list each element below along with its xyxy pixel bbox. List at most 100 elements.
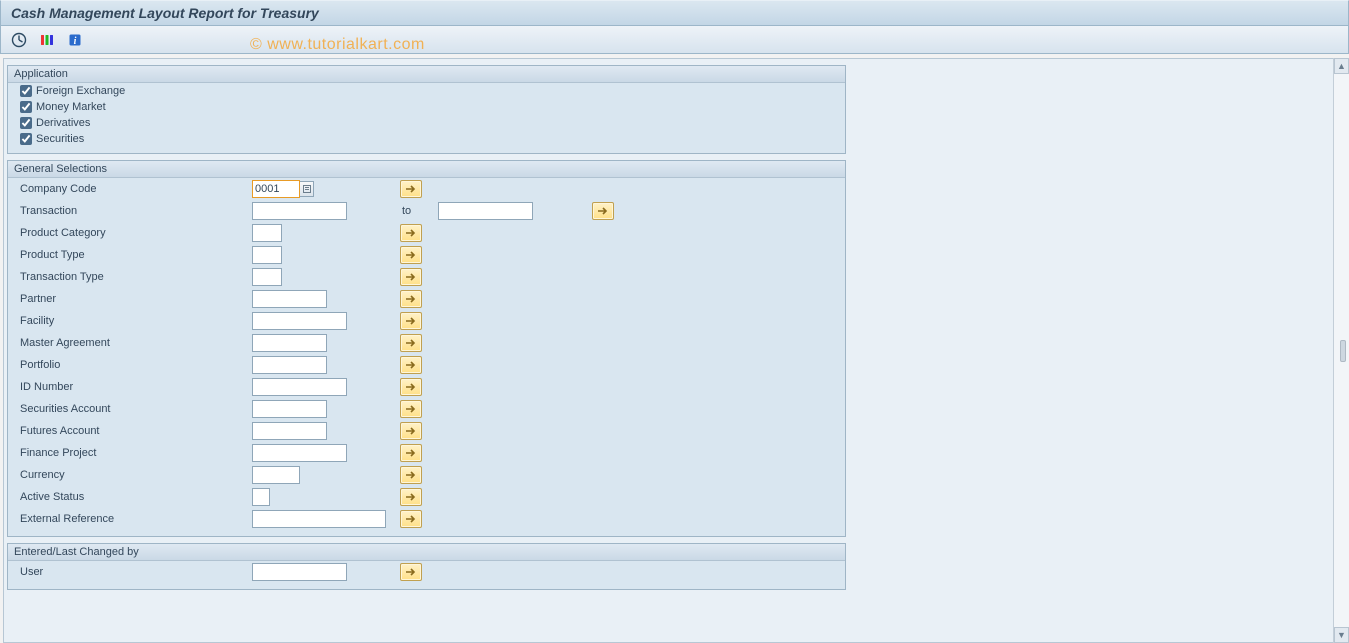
chk-row-deriv: Derivatives [8, 115, 845, 131]
lbl-user: User [20, 566, 252, 578]
info-icon[interactable]: i [65, 30, 85, 50]
row-transaction: Transaction to [8, 200, 845, 222]
lbl-product-category: Product Category [20, 227, 252, 239]
row-portfolio: Portfolio [8, 354, 845, 376]
inp-id-number[interactable] [252, 378, 347, 396]
row-partner: Partner [8, 288, 845, 310]
multisel-portfolio[interactable] [400, 356, 422, 374]
lbl-securities-account: Securities Account [20, 403, 252, 415]
variants-icon[interactable] [37, 30, 57, 50]
inp-currency[interactable] [252, 466, 300, 484]
row-id-number: ID Number [8, 376, 845, 398]
app-toolbar: i [0, 26, 1349, 54]
inp-user[interactable] [252, 563, 347, 581]
multisel-external-reference[interactable] [400, 510, 422, 528]
scroll-down-icon[interactable]: ▼ [1334, 627, 1349, 643]
row-product-category: Product Category [8, 222, 845, 244]
inp-product-type[interactable] [252, 246, 282, 264]
lbl-product-type: Product Type [20, 249, 252, 261]
group-entered: Entered/Last Changed by User [7, 543, 846, 590]
multisel-facility[interactable] [400, 312, 422, 330]
inp-portfolio[interactable] [252, 356, 327, 374]
page-title: Cash Management Layout Report for Treasu… [0, 0, 1349, 26]
multisel-transaction-type[interactable] [400, 268, 422, 286]
group-title-application: Application [8, 66, 845, 83]
multisel-user[interactable] [400, 563, 422, 581]
scroll-grip-icon[interactable] [1340, 340, 1346, 362]
group-title-entered: Entered/Last Changed by [8, 544, 845, 561]
lbl-transaction-type: Transaction Type [20, 271, 252, 283]
scroll-up-icon[interactable]: ▲ [1334, 58, 1349, 74]
chk-label: Derivatives [36, 117, 90, 129]
chk-foreign-exchange[interactable] [20, 85, 32, 97]
execute-icon[interactable] [9, 30, 29, 50]
chk-row-mm: Money Market [8, 99, 845, 115]
multisel-finance-project[interactable] [400, 444, 422, 462]
row-facility: Facility [8, 310, 845, 332]
lbl-partner: Partner [20, 293, 252, 305]
multisel-currency[interactable] [400, 466, 422, 484]
multisel-active-status[interactable] [400, 488, 422, 506]
row-transaction-type: Transaction Type [8, 266, 845, 288]
inp-securities-account[interactable] [252, 400, 327, 418]
inp-company-code[interactable] [252, 180, 300, 198]
f4-company-code[interactable] [300, 181, 314, 197]
multisel-securities-account[interactable] [400, 400, 422, 418]
lbl-finance-project: Finance Project [20, 447, 252, 459]
multisel-company-code[interactable] [400, 180, 422, 198]
lbl-active-status: Active Status [20, 491, 252, 503]
row-finance-project: Finance Project [8, 442, 845, 464]
inp-active-status[interactable] [252, 488, 270, 506]
lbl-master-agreement: Master Agreement [20, 337, 252, 349]
multisel-futures-account[interactable] [400, 422, 422, 440]
multisel-product-category[interactable] [400, 224, 422, 242]
inp-external-reference[interactable] [252, 510, 386, 528]
inp-transaction-type[interactable] [252, 268, 282, 286]
inp-futures-account[interactable] [252, 422, 327, 440]
multisel-product-type[interactable] [400, 246, 422, 264]
multisel-master-agreement[interactable] [400, 334, 422, 352]
svg-text:i: i [74, 36, 77, 47]
chk-label: Securities [36, 133, 84, 145]
inp-facility[interactable] [252, 312, 347, 330]
row-securities-account: Securities Account [8, 398, 845, 420]
outer-scrollbar[interactable]: ▲ ▼ [1333, 58, 1349, 643]
inp-product-category[interactable] [252, 224, 282, 242]
lbl-to: to [400, 205, 438, 217]
lbl-id-number: ID Number [20, 381, 252, 393]
group-general-selections: General Selections Company Code Transact… [7, 160, 846, 537]
group-title-general: General Selections [8, 161, 845, 178]
row-external-reference: External Reference [8, 508, 845, 530]
inp-master-agreement[interactable] [252, 334, 327, 352]
lbl-company-code: Company Code [20, 183, 252, 195]
scroll-track[interactable] [1334, 74, 1349, 627]
lbl-futures-account: Futures Account [20, 425, 252, 437]
row-futures-account: Futures Account [8, 420, 845, 442]
group-application: Application Foreign Exchange Money Marke… [7, 65, 846, 154]
multisel-partner[interactable] [400, 290, 422, 308]
chk-label: Money Market [36, 101, 106, 113]
chk-money-market[interactable] [20, 101, 32, 113]
chk-label: Foreign Exchange [36, 85, 125, 97]
row-currency: Currency [8, 464, 845, 486]
multisel-transaction[interactable] [592, 202, 614, 220]
content-scroll-area[interactable]: Application Foreign Exchange Money Marke… [3, 58, 1346, 643]
lbl-transaction: Transaction [20, 205, 252, 217]
chk-row-sec: Securities [8, 131, 845, 147]
chk-derivatives[interactable] [20, 117, 32, 129]
multisel-id-number[interactable] [400, 378, 422, 396]
chk-securities[interactable] [20, 133, 32, 145]
row-product-type: Product Type [8, 244, 845, 266]
lbl-currency: Currency [20, 469, 252, 481]
inp-transaction-high[interactable] [438, 202, 533, 220]
row-company-code: Company Code [8, 178, 845, 200]
chk-row-fx: Foreign Exchange [8, 83, 845, 99]
lbl-external-reference: External Reference [20, 513, 252, 525]
inp-partner[interactable] [252, 290, 327, 308]
row-active-status: Active Status [8, 486, 845, 508]
inp-transaction-low[interactable] [252, 202, 347, 220]
lbl-facility: Facility [20, 315, 252, 327]
inp-finance-project[interactable] [252, 444, 347, 462]
lbl-portfolio: Portfolio [20, 359, 252, 371]
row-master-agreement: Master Agreement [8, 332, 845, 354]
